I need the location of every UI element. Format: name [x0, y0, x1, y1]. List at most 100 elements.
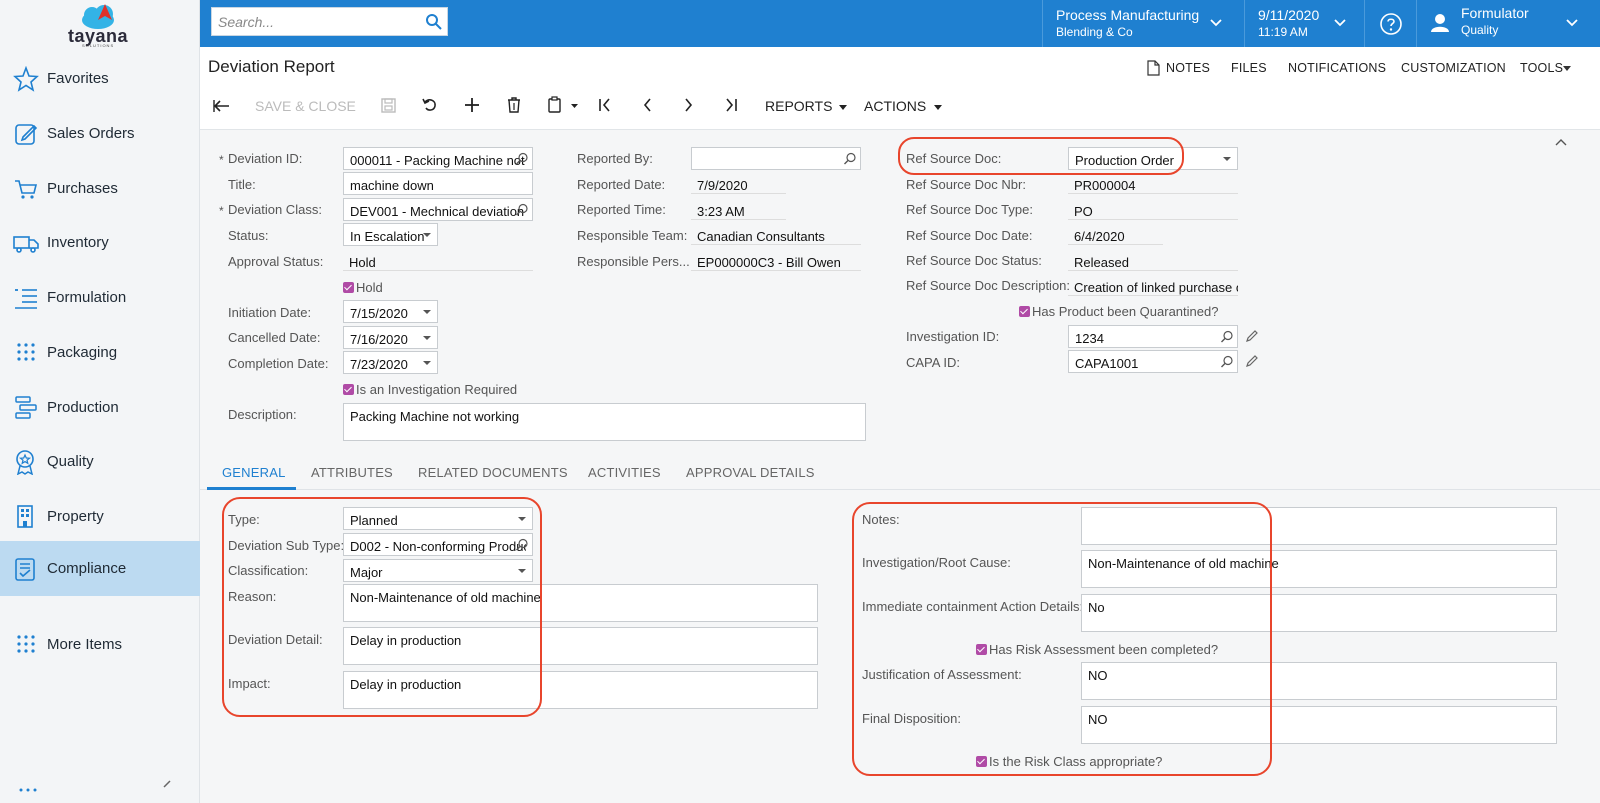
- delete-icon[interactable]: [505, 95, 523, 119]
- required-marker: *: [219, 204, 224, 218]
- tools-link[interactable]: TOOLS: [1520, 61, 1563, 75]
- initiation-date-label: Initiation Date:: [228, 305, 312, 320]
- next-record-icon[interactable]: [680, 95, 698, 119]
- dropdown-arrow-icon: [423, 336, 431, 340]
- completion-date-label: Completion Date:: [228, 356, 329, 371]
- search-icon[interactable]: [515, 152, 529, 166]
- description-field[interactable]: Packing Machine not working: [343, 403, 866, 441]
- last-record-icon[interactable]: [722, 95, 740, 119]
- grid-icon: [17, 343, 35, 361]
- active-tab-indicator: [207, 487, 296, 490]
- copy-paste-icon[interactable]: [546, 95, 582, 119]
- date-selector[interactable]: 9/11/2020 11:19 AM: [1244, 0, 1364, 47]
- sidebar-item-label: Formulation: [47, 289, 127, 306]
- search-icon[interactable]: [843, 152, 857, 166]
- status-select[interactable]: In Escalation: [343, 223, 438, 246]
- undo-icon[interactable]: [420, 95, 440, 119]
- capa-id-field[interactable]: CAPA1001: [1068, 350, 1238, 373]
- grid-icon: [17, 635, 35, 653]
- dropdown-arrow-icon: [423, 310, 431, 314]
- hold-checkbox[interactable]: Hold: [343, 280, 383, 295]
- sidebar-item-compliance[interactable]: Compliance: [0, 541, 200, 596]
- chevron-down-icon: [1566, 19, 1578, 27]
- search-input[interactable]: Search...: [218, 14, 274, 30]
- sidebar-item-favorites[interactable]: Favorites: [0, 51, 200, 106]
- title-field[interactable]: machine down: [343, 172, 533, 195]
- back-button[interactable]: [212, 95, 232, 119]
- sidebar-more-items[interactable]: More Items: [0, 617, 200, 672]
- search-icon[interactable]: [1220, 330, 1234, 344]
- save-icon[interactable]: [380, 95, 398, 119]
- more-icon[interactable]: [18, 786, 38, 794]
- search-icon[interactable]: [1220, 355, 1234, 369]
- tayana-logo[interactable]: tayana SOLUTIONS: [60, 2, 140, 48]
- sidebar-item-packaging[interactable]: Packaging: [0, 325, 200, 380]
- first-record-icon[interactable]: [596, 95, 614, 119]
- sidebar-item-purchases[interactable]: Purchases: [0, 161, 200, 216]
- logo-subtext: SOLUTIONS: [82, 43, 115, 48]
- help-button[interactable]: [1364, 0, 1416, 47]
- ref-source-doc-description-value: Creation of linked purchase order: [1068, 274, 1238, 296]
- files-link[interactable]: FILES: [1231, 61, 1267, 75]
- sidebar-item-production[interactable]: Production: [0, 380, 200, 435]
- actions-menu[interactable]: ACTIONS: [864, 98, 926, 114]
- edit-icon[interactable]: [1245, 329, 1259, 343]
- completion-date-field[interactable]: 7/23/2020: [343, 351, 438, 374]
- save-close-button[interactable]: SAVE & CLOSE: [255, 98, 356, 114]
- required-marker: *: [219, 153, 224, 167]
- search-icon[interactable]: [425, 13, 443, 31]
- collapse-sidebar-icon[interactable]: [160, 780, 174, 790]
- company-name: Process Manufacturing: [1056, 7, 1200, 23]
- notes-icon: [1147, 60, 1160, 76]
- responsible-team-value: Canadian Consultants: [691, 223, 861, 245]
- search-box[interactable]: Search...: [211, 7, 448, 36]
- quarantined-checkbox[interactable]: Has Product been Quarantined?: [1019, 304, 1218, 319]
- tab-attributes[interactable]: ATTRIBUTES: [311, 465, 393, 480]
- reports-menu[interactable]: REPORTS: [765, 98, 832, 114]
- sidebar-item-property[interactable]: Property: [0, 489, 200, 544]
- user-menu[interactable]: Formulator Quality: [1416, 0, 1600, 47]
- tab-divider: [200, 489, 1600, 490]
- sidebar-item-inventory[interactable]: Inventory: [0, 215, 200, 270]
- add-icon[interactable]: [462, 95, 482, 119]
- deviation-class-field[interactable]: DEV001 - Mechnical deviation: [343, 198, 533, 221]
- edit-icon: [15, 124, 38, 145]
- approval-status-value: Hold: [343, 249, 533, 271]
- top-bar: Search... Process Manufacturing Blending…: [200, 0, 1600, 47]
- edit-icon[interactable]: [1245, 354, 1259, 368]
- reported-by-field[interactable]: [691, 147, 861, 170]
- investigation-id-label: Investigation ID:: [906, 329, 1000, 344]
- investigation-id-field[interactable]: 1234: [1068, 325, 1238, 348]
- tab-related-documents[interactable]: RELATED DOCUMENTS: [418, 465, 568, 480]
- capa-id-label: CAPA ID:: [906, 355, 960, 370]
- screen-header: Deviation Report NOTES FILES NOTIFICATIO…: [200, 47, 1600, 130]
- previous-record-icon[interactable]: [638, 95, 656, 119]
- ref-source-doc-type-value: PO: [1068, 198, 1238, 220]
- initiation-date-field[interactable]: 7/15/2020: [343, 300, 438, 323]
- company-selector[interactable]: Process Manufacturing Blending & Co: [1042, 0, 1244, 47]
- sidebar-item-sales-orders[interactable]: Sales Orders: [0, 106, 200, 161]
- notifications-link[interactable]: NOTIFICATIONS: [1288, 61, 1386, 75]
- chevron-down-icon: [934, 105, 942, 110]
- notes-link[interactable]: NOTES: [1166, 61, 1210, 75]
- badge-icon: [16, 450, 34, 475]
- deviation-id-field[interactable]: 000011 - Packing Machine not working: [343, 147, 533, 170]
- tab-activities[interactable]: ACTIVITIES: [588, 465, 661, 480]
- tab-general[interactable]: GENERAL: [222, 465, 286, 480]
- ref-source-doc-type-label: Ref Source Doc Type:: [906, 202, 1033, 217]
- sidebar-item-quality[interactable]: Quality: [0, 434, 200, 489]
- collapse-summary-icon[interactable]: [1555, 138, 1567, 146]
- sidebar-item-formulation[interactable]: Formulation: [0, 270, 200, 325]
- responsible-person-label: Responsible Pers...: [577, 254, 690, 269]
- investigation-required-checkbox[interactable]: Is an Investigation Required: [343, 382, 517, 397]
- ref-source-doc-nbr-label: Ref Source Doc Nbr:: [906, 177, 1026, 192]
- customization-link[interactable]: CUSTOMIZATION: [1401, 61, 1506, 75]
- highlight-general-right: [852, 502, 1272, 776]
- cancelled-date-field[interactable]: 7/16/2020: [343, 326, 438, 349]
- ref-source-doc-status-value: Released: [1068, 249, 1238, 271]
- chevron-down-icon: [839, 105, 847, 110]
- tab-approval-details[interactable]: APPROVAL DETAILS: [686, 465, 815, 480]
- deviation-class-label: Deviation Class:: [228, 202, 322, 217]
- search-icon[interactable]: [515, 203, 529, 217]
- user-name: Formulator: [1461, 5, 1529, 21]
